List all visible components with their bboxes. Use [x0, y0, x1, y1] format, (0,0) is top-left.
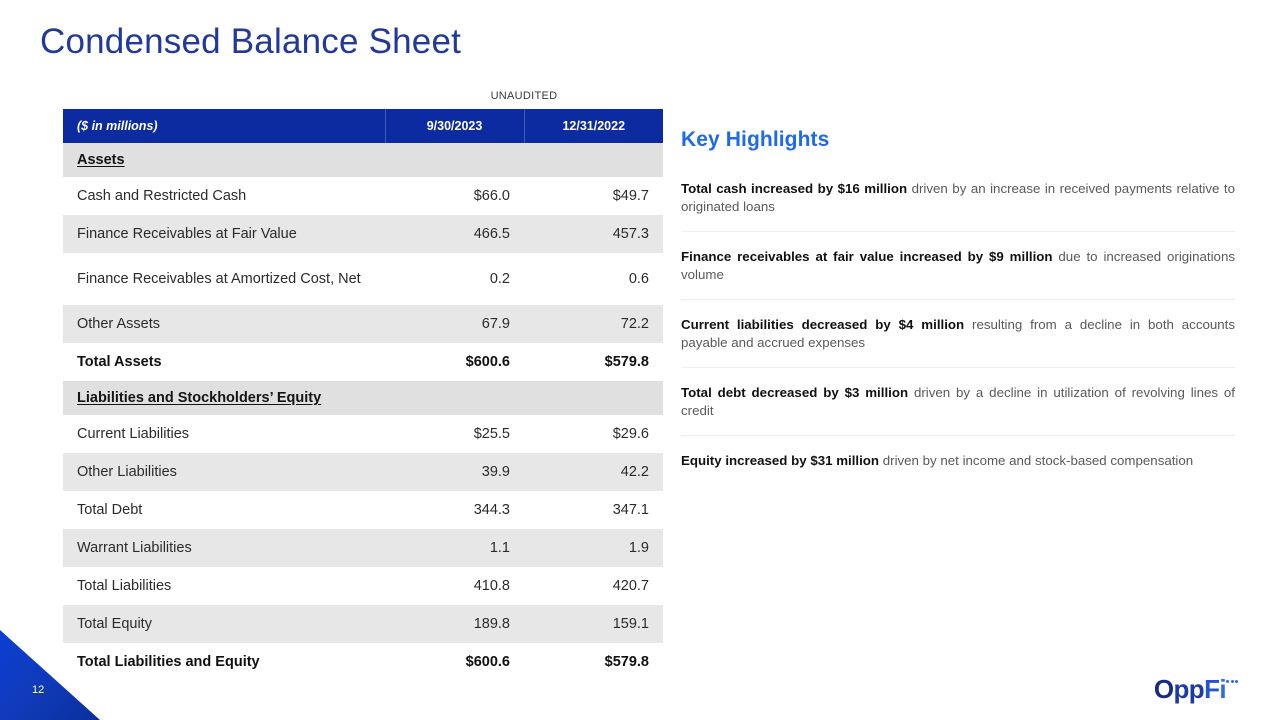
row-value-1: $600.6	[385, 643, 524, 681]
key-highlights-title: Key Highlights	[681, 128, 1235, 152]
highlight-item: Equity increased by $31 million driven b…	[681, 452, 1235, 470]
table-row: Other Assets 67.9 72.2	[63, 305, 663, 343]
row-label: Finance Receivables at Fair Value	[63, 215, 385, 253]
highlight-item: Total cash increased by $16 million driv…	[681, 180, 1235, 215]
row-label: Current Liabilities	[63, 415, 385, 453]
logo-part-2: pp	[1174, 674, 1205, 704]
key-highlights-panel: Key Highlights Total cash increased by $…	[681, 128, 1235, 470]
section-header-liabilities: Liabilities and Stockholders’ Equity	[63, 381, 663, 415]
table-header-row: ($ in millions) 9/30/2023 12/31/2022	[63, 109, 663, 143]
row-value-2: 1.9	[524, 529, 663, 567]
table-row: Warrant Liabilities 1.1 1.9	[63, 529, 663, 567]
balance-sheet-table: ($ in millions) 9/30/2023 12/31/2022 Ass…	[63, 109, 663, 681]
highlight-bold: Current liabilities decreased by $4 mill…	[681, 317, 964, 332]
row-value-2: 72.2	[524, 305, 663, 343]
row-value-1: 67.9	[385, 305, 524, 343]
row-label: Other Liabilities	[63, 453, 385, 491]
highlight-separator	[681, 299, 1235, 300]
highlight-separator	[681, 231, 1235, 232]
row-value-2: $579.8	[524, 643, 663, 681]
highlight-bold: Total cash increased by $16 million	[681, 181, 907, 196]
row-value-1: 189.8	[385, 605, 524, 643]
table-row-total-liabilities-equity: Total Liabilities and Equity $600.6 $579…	[63, 643, 663, 681]
row-value-2: $49.7	[524, 177, 663, 215]
highlight-separator	[681, 367, 1235, 368]
row-value-1: 39.9	[385, 453, 524, 491]
row-value-2: $29.6	[524, 415, 663, 453]
row-label: Total Assets	[63, 343, 385, 381]
row-value-1: 0.2	[385, 253, 524, 305]
row-value-1: $25.5	[385, 415, 524, 453]
row-label: Total Debt	[63, 491, 385, 529]
row-value-2: 42.2	[524, 453, 663, 491]
table-row: Cash and Restricted Cash $66.0 $49.7	[63, 177, 663, 215]
row-label: Cash and Restricted Cash	[63, 177, 385, 215]
highlight-item: Finance receivables at fair value increa…	[681, 248, 1235, 283]
highlight-separator	[681, 435, 1235, 436]
logo-part-1: O	[1154, 674, 1174, 704]
row-value-2: 457.3	[524, 215, 663, 253]
section-label-assets: Assets	[77, 152, 125, 168]
row-value-2: $579.8	[524, 343, 663, 381]
row-value-1: 410.8	[385, 567, 524, 605]
row-label: Other Assets	[63, 305, 385, 343]
highlight-bold: Total debt decreased by $3 million	[681, 385, 908, 400]
table-row: Total Debt 344.3 347.1	[63, 491, 663, 529]
row-value-1: 344.3	[385, 491, 524, 529]
section-label-liabilities: Liabilities and Stockholders’ Equity	[77, 390, 321, 406]
row-label: Warrant Liabilities	[63, 529, 385, 567]
unaudited-label: UNAUDITED	[385, 90, 663, 102]
table-row: Current Liabilities $25.5 $29.6	[63, 415, 663, 453]
page-number: 12	[32, 684, 44, 696]
table-row-total-assets: Total Assets $600.6 $579.8	[63, 343, 663, 381]
table-row: Finance Receivables at Fair Value 466.5 …	[63, 215, 663, 253]
oppfi-logo: OppFi	[1154, 676, 1238, 702]
logo-dots-icon	[1226, 676, 1238, 702]
table-row: Finance Receivables at Amortized Cost, N…	[63, 253, 663, 305]
row-label: Total Liabilities and Equity	[63, 643, 385, 681]
row-value-1: $600.6	[385, 343, 524, 381]
section-header-assets: Assets	[63, 143, 663, 177]
row-value-2: 347.1	[524, 491, 663, 529]
highlight-item: Current liabilities decreased by $4 mill…	[681, 316, 1235, 351]
row-label: Finance Receivables at Amortized Cost, N…	[63, 253, 385, 305]
column-header-date-2: 12/31/2022	[524, 109, 663, 143]
row-value-2: 0.6	[524, 253, 663, 305]
row-label: Total Liabilities	[63, 567, 385, 605]
highlight-bold: Equity increased by $31 million	[681, 453, 879, 468]
highlight-rest: driven by net income and stock-based com…	[879, 453, 1193, 468]
column-header-label: ($ in millions)	[63, 109, 385, 143]
highlight-bold: Finance receivables at fair value increa…	[681, 249, 1053, 264]
row-value-2: 159.1	[524, 605, 663, 643]
balance-sheet-table-container: UNAUDITED ($ in millions) 9/30/2023 12/3…	[63, 90, 663, 681]
logo-part-3: F	[1204, 674, 1219, 704]
logo-part-4: i	[1219, 674, 1226, 704]
table-row: Total Equity 189.8 159.1	[63, 605, 663, 643]
column-header-date-1: 9/30/2023	[385, 109, 524, 143]
row-value-2: 420.7	[524, 567, 663, 605]
unaudited-row: UNAUDITED	[63, 90, 663, 109]
row-value-1: $66.0	[385, 177, 524, 215]
row-value-1: 1.1	[385, 529, 524, 567]
page-title: Condensed Balance Sheet	[40, 22, 461, 62]
table-row: Total Liabilities 410.8 420.7	[63, 567, 663, 605]
row-label: Total Equity	[63, 605, 385, 643]
row-value-1: 466.5	[385, 215, 524, 253]
highlight-item: Total debt decreased by $3 million drive…	[681, 384, 1235, 419]
table-row: Other Liabilities 39.9 42.2	[63, 453, 663, 491]
